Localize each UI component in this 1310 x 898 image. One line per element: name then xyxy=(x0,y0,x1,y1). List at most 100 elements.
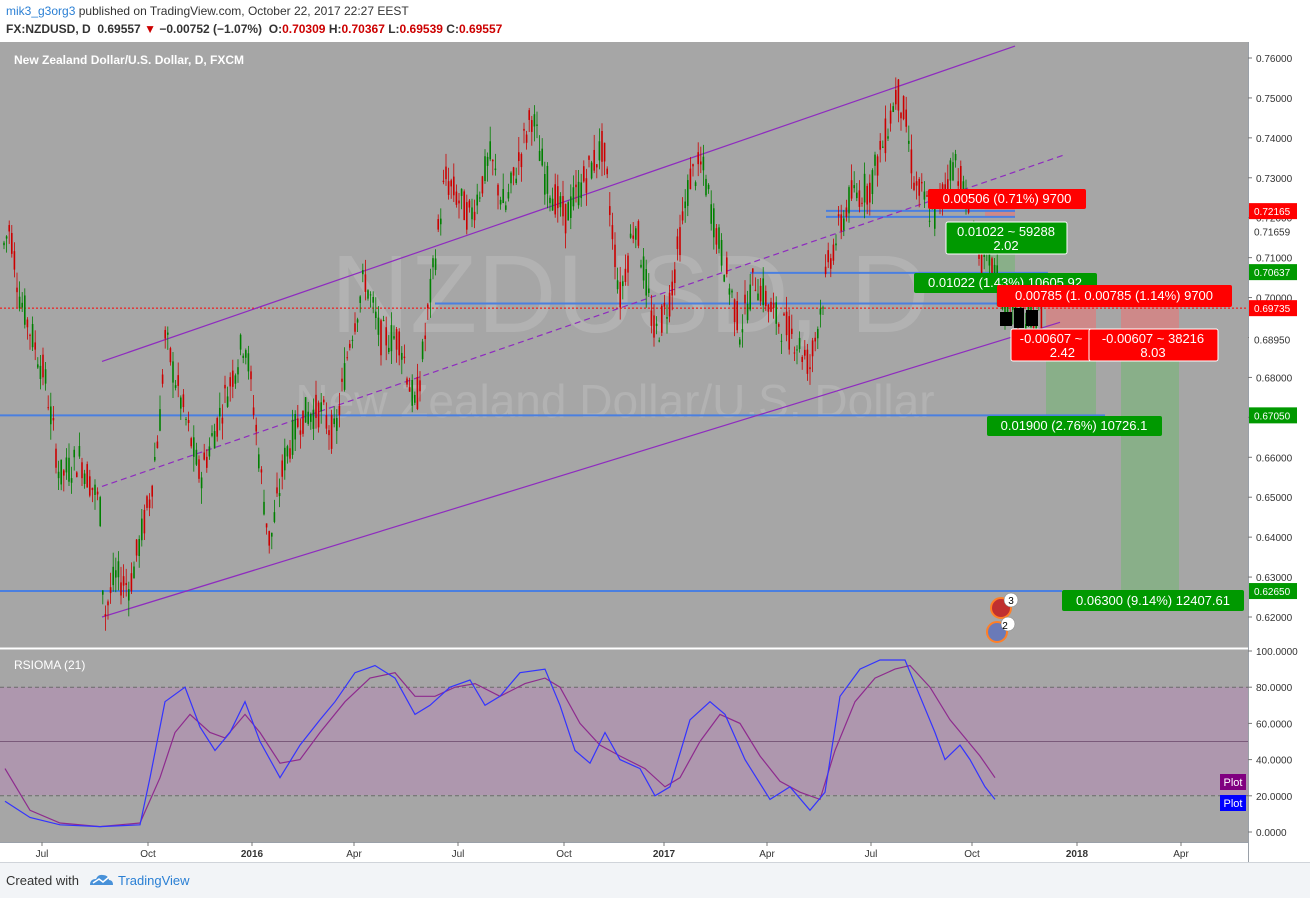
candle-body xyxy=(710,204,712,224)
candle-body xyxy=(653,315,655,338)
candle-body xyxy=(767,304,770,312)
candle-body xyxy=(133,566,135,579)
price-tick-label: 0.71000 xyxy=(1256,254,1293,265)
low-label: L: xyxy=(388,22,400,36)
candle-body xyxy=(694,182,697,187)
open-value: 0.70309 xyxy=(282,22,326,36)
candle-body xyxy=(122,576,125,586)
candle-body xyxy=(278,492,281,497)
candle-body xyxy=(146,496,148,508)
candle-body xyxy=(245,350,247,358)
candle-body xyxy=(879,140,881,150)
annotation-red-3[interactable]: -0.00607 ~ 2.42 xyxy=(1010,328,1093,362)
candle-body xyxy=(260,469,263,473)
rsi-plot-label-1: Plot xyxy=(1220,774,1246,790)
candle-body xyxy=(988,253,991,266)
candle-body xyxy=(624,268,627,282)
candle-body xyxy=(642,256,645,281)
chart-area[interactable]: NZDUSD, D New Zealand Dollar/U.S. Dollar… xyxy=(0,42,1310,862)
candle-body xyxy=(882,146,884,148)
candle-body xyxy=(258,454,260,469)
candle-body xyxy=(866,185,868,205)
annotation-red-2[interactable]: 0.00785 (1. 0.00785 (1.14%) 9700 xyxy=(997,285,1232,307)
candle-body xyxy=(70,478,73,483)
rsi-tick-label: 100.0000 xyxy=(1256,647,1298,658)
candle-body xyxy=(180,397,182,409)
candle-body xyxy=(910,149,913,174)
candle-body xyxy=(393,336,395,339)
candle-body xyxy=(388,347,390,352)
candle-body xyxy=(736,301,738,331)
candle-body xyxy=(16,287,18,293)
candle-body xyxy=(788,316,790,350)
candle-body xyxy=(148,499,151,508)
candle-body xyxy=(715,228,718,245)
time-tick-label: Jul xyxy=(36,849,49,860)
candle-body xyxy=(752,268,754,273)
close-value: 0.69557 xyxy=(458,22,503,36)
candle-body xyxy=(294,414,296,440)
annotation-green-3[interactable]: 0.01900 (2.76%) 10726.1 xyxy=(987,416,1162,436)
time-tick-label: Apr xyxy=(1173,849,1189,860)
candle-body xyxy=(658,340,660,342)
candle-body xyxy=(700,161,702,165)
candle-body xyxy=(276,487,278,494)
annotation-red-1[interactable]: 0.00506 (0.71%) 9700 xyxy=(928,189,1086,209)
candle-body xyxy=(141,518,143,541)
candle-body xyxy=(934,207,936,229)
candle-body xyxy=(255,424,257,432)
candle-body xyxy=(528,110,530,120)
candle-body xyxy=(263,501,265,515)
candle-body xyxy=(845,207,848,217)
candle-body xyxy=(954,154,957,161)
candle-body xyxy=(830,258,832,269)
annotation-green-1[interactable]: 0.01022 ~ 59288 2.02 xyxy=(945,221,1068,255)
candle-body xyxy=(299,430,302,435)
author-link[interactable]: mik3_g3org3 xyxy=(6,4,75,18)
candle-body xyxy=(902,96,905,120)
annotation-green-4[interactable]: 0.06300 (9.14%) 12407.61 xyxy=(1062,590,1244,611)
candle-body xyxy=(663,302,666,307)
candle-body xyxy=(728,288,731,295)
time-tick-label: Oct xyxy=(556,849,572,860)
tradingview-link[interactable]: TradingView xyxy=(118,873,190,888)
candle-body xyxy=(442,180,445,183)
candle-body xyxy=(206,456,208,468)
footer: Created with TradingView xyxy=(0,862,1310,898)
candle-body xyxy=(351,339,354,341)
candle-body xyxy=(281,460,283,477)
candle-body xyxy=(783,313,785,316)
annotation-red-4[interactable]: -0.00607 ~ 38216 8.03 xyxy=(1088,328,1219,362)
candle-body xyxy=(533,114,536,127)
candle-body xyxy=(216,418,218,437)
candle-body xyxy=(39,365,42,379)
candle-body xyxy=(317,402,320,428)
candle-body xyxy=(341,378,343,382)
candle-body xyxy=(187,420,190,423)
candle-body xyxy=(109,587,112,594)
price-tick-label: 0.73000 xyxy=(1256,174,1293,185)
time-tick-label: Oct xyxy=(140,849,156,860)
high-value: 0.70367 xyxy=(341,22,385,36)
candle-body xyxy=(115,570,117,578)
candle-body xyxy=(346,357,348,359)
candle-body xyxy=(801,356,803,363)
candle-body xyxy=(538,150,541,161)
candle-body xyxy=(47,407,49,409)
candle-body xyxy=(598,141,601,161)
candle-body xyxy=(676,236,679,250)
close-label: C: xyxy=(446,22,459,36)
candle-body xyxy=(601,130,603,162)
candle-body xyxy=(226,396,229,407)
candle-body xyxy=(900,112,902,119)
candle-body xyxy=(502,188,504,204)
candle-body xyxy=(689,168,692,190)
time-tick-label: Apr xyxy=(759,849,775,860)
candle-body xyxy=(3,242,5,246)
candle-body xyxy=(455,191,458,205)
candle-body xyxy=(403,356,406,359)
candle-body xyxy=(778,324,780,327)
candle-body xyxy=(445,166,447,180)
candle-body xyxy=(593,149,595,171)
candle-body xyxy=(307,411,309,424)
